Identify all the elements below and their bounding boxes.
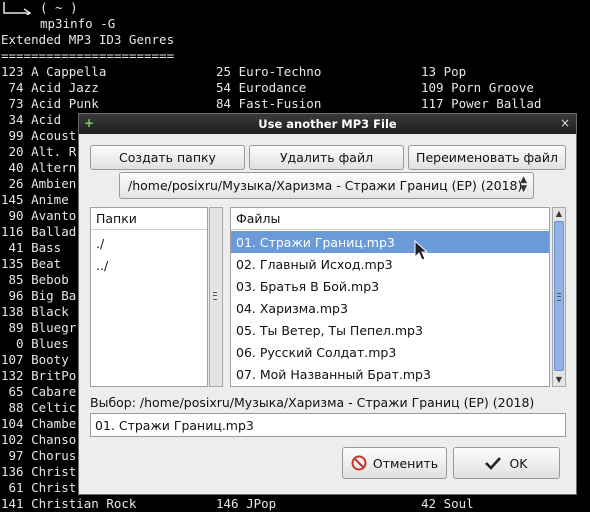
- prompt-symbol: ( ~ ): [40, 0, 78, 15]
- genre-cell: 99 Acoust: [1, 128, 77, 143]
- file-item[interactable]: 01. Стражи Границ.mp3: [231, 231, 549, 253]
- create-folder-button[interactable]: Создать папку: [90, 145, 245, 170]
- terminal-rule: =======================: [1, 48, 175, 63]
- files-header: Файлы: [231, 208, 549, 230]
- scroll-up-icon[interactable]: ▲: [553, 208, 565, 220]
- genre-cell: 135 Beat: [1, 256, 62, 271]
- file-item[interactable]: 04. Харизма.mp3: [231, 297, 549, 319]
- folders-header: Папки: [91, 208, 207, 230]
- genre-cell: 136 Christ: [1, 464, 77, 479]
- files-panel: Файлы 01. Стражи Границ.mp3 02. Главный И…: [230, 207, 550, 387]
- genre-cell: 41 Bass: [1, 240, 62, 255]
- ok-button-label: OK: [509, 455, 528, 471]
- genre-cell: 146 JPop: [216, 496, 277, 511]
- genre-cell: 0 Blues: [1, 336, 69, 351]
- genre-cell: 97 Chorus: [1, 448, 77, 463]
- rename-file-button[interactable]: Переименовать файл: [408, 145, 566, 170]
- file-item[interactable]: 03. Братья В Бой.mp3: [231, 275, 549, 297]
- selection-label: Выбор: /home/posixru/Музыка/Харизма - Ст…: [90, 395, 535, 410]
- genre-cell: 40 Altern: [1, 160, 77, 175]
- genre-cell: 73 Acid Punk: [1, 96, 99, 111]
- cancel-button-label: Отменить: [372, 455, 439, 471]
- folders-panel: Папки ./ ../: [90, 207, 208, 387]
- folders-splitter[interactable]: [209, 207, 223, 387]
- genre-cell: 102 Chanso: [1, 432, 77, 447]
- delete-file-button[interactable]: Удалить файл: [249, 145, 404, 170]
- selection-field[interactable]: 01. Стражи Границ.mp3: [90, 413, 566, 437]
- mouse-pointer-icon: [414, 240, 428, 261]
- genre-cell: 145 Anime: [1, 192, 69, 207]
- scroll-thumb[interactable]: [554, 221, 564, 371]
- scroll-down-icon[interactable]: ▼: [553, 374, 565, 386]
- genre-cell: 20 Alt. R: [1, 144, 77, 159]
- genre-cell: 89 Bluegr: [1, 320, 77, 335]
- genre-cell: 84 Fast-Fusion: [216, 96, 322, 111]
- genre-cell: 138 Black: [1, 304, 69, 319]
- terminal-command: mp3info -G: [40, 16, 116, 31]
- genre-cell: 61 Christ: [1, 480, 77, 495]
- grip-icon: [557, 293, 561, 301]
- file-item[interactable]: 02. Главный Исход.mp3: [231, 253, 549, 275]
- genre-cell: 26 Ambien: [1, 176, 77, 191]
- genre-cell: 107 Booty: [1, 352, 69, 367]
- genre-cell: 54 Eurodance: [216, 80, 307, 95]
- checkmark-icon: [485, 457, 502, 470]
- genre-cell: 74 Acid Jazz: [1, 80, 99, 95]
- close-icon[interactable]: ×: [560, 116, 570, 130]
- files-scrollbar[interactable]: ▲ ▼: [552, 207, 566, 387]
- ok-button[interactable]: OK: [453, 447, 560, 479]
- folder-item[interactable]: ../: [91, 254, 207, 276]
- genre-cell: 104 Chambe: [1, 416, 77, 431]
- path-select-value: /home/posixru/Музыка/Харизма - Стражи Гр…: [128, 178, 523, 193]
- genre-cell: 96 Big Ba: [1, 288, 77, 303]
- updown-arrows-icon: ▲ ▼: [520, 175, 527, 194]
- cancel-button[interactable]: Отменить: [342, 447, 447, 479]
- cancel-icon: [351, 455, 367, 471]
- file-dialog: + Use another MP3 File × Создать папку У…: [78, 113, 577, 495]
- path-select[interactable]: /home/posixru/Музыка/Харизма - Стражи Гр…: [119, 172, 534, 199]
- genre-cell: 109 Porn Groove: [421, 80, 534, 95]
- file-item[interactable]: 07. Мой Названный Брат.mp3: [231, 363, 549, 385]
- genre-cell: 42 Soul: [421, 496, 474, 511]
- genre-cell: 65 Cabare: [1, 384, 77, 399]
- genre-cell: 132 BritPo: [1, 368, 77, 383]
- genre-cell: 25 Euro-Techno: [216, 64, 322, 79]
- prompt-arrow-icon: [3, 2, 32, 15]
- genre-cell: 34 Acid: [1, 112, 62, 127]
- genre-cell: 123 A Cappella: [1, 64, 107, 79]
- genre-cell: 117 Power Ballad: [421, 96, 542, 111]
- file-item[interactable]: 05. Ты Ветер, Ты Пепел.mp3: [231, 319, 549, 341]
- genre-cell: 141 Christian Rock: [1, 496, 137, 511]
- genre-cell: 90 Avanto: [1, 208, 77, 223]
- dialog-title: Use another MP3 File: [258, 117, 397, 131]
- file-item[interactable]: 06. Русский Солдат.mp3: [231, 341, 549, 363]
- genre-cell: 88 Celtic: [1, 400, 77, 415]
- genre-cell: 85 Bebob: [1, 272, 69, 287]
- terminal-heading: Extended MP3 ID3 Genres: [1, 32, 175, 47]
- grip-icon: [213, 292, 217, 300]
- dialog-titlebar[interactable]: + Use another MP3 File ×: [79, 114, 576, 134]
- genre-cell: 116 Ballad: [1, 224, 77, 239]
- folder-item[interactable]: ./: [91, 232, 207, 254]
- genre-cell: 13 Pop: [421, 64, 467, 79]
